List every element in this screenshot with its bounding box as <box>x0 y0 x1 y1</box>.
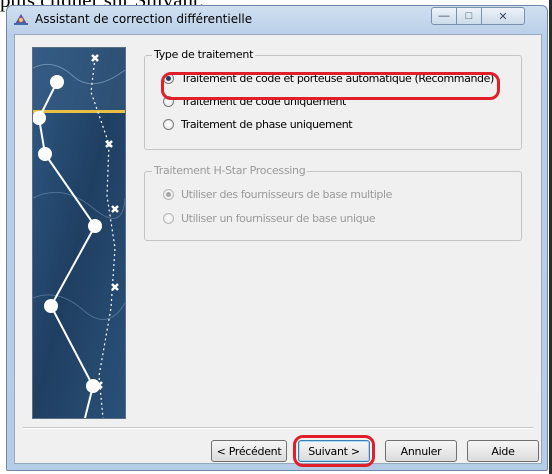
close-button[interactable]: ✕ <box>481 7 525 25</box>
option-label: Utiliser un fournisseur de base unique <box>181 212 376 225</box>
separator-line <box>23 427 533 429</box>
annotation-highlight <box>161 72 500 100</box>
radio-selected-icon <box>163 189 174 200</box>
processing-type-label: Type de traitement <box>152 48 256 61</box>
option-phase-only[interactable]: Traitement de phase uniquement <box>163 118 353 131</box>
hstar-group: Traitement H-Star Processing Utiliser de… <box>144 164 522 241</box>
radio-icon[interactable] <box>163 119 174 130</box>
satellite-icon <box>14 14 28 25</box>
close-icon: ✕ <box>498 10 508 23</box>
option-multiple-base: Utiliser des fournisseurs de base multip… <box>163 188 392 201</box>
minimize-icon: — <box>438 10 450 22</box>
hstar-label: Traitement H-Star Processing <box>152 164 308 177</box>
maximize-button[interactable]: □ <box>456 7 482 25</box>
processing-type-group: Type de traitement Traitement de code et… <box>144 48 522 150</box>
radio-icon <box>163 213 174 224</box>
wizard-client-area: Type de traitement Traitement de code et… <box>14 34 542 467</box>
wizard-window: Assistant de correction différentielle —… <box>6 5 548 471</box>
cancel-button[interactable]: Annuler <box>385 440 457 462</box>
option-label: Traitement de phase uniquement <box>181 118 353 131</box>
maximize-icon: □ <box>465 10 473 22</box>
previous-button[interactable]: < Précédent <box>211 440 287 462</box>
annotation-highlight-next <box>293 435 375 467</box>
option-single-base: Utiliser un fournisseur de base unique <box>163 212 376 225</box>
title-bar[interactable]: Assistant de correction différentielle —… <box>7 6 547 32</box>
window-title: Assistant de correction différentielle <box>35 12 253 26</box>
wizard-content: Type de traitement Traitement de code et… <box>15 35 541 467</box>
help-button[interactable]: Aide <box>467 440 539 462</box>
option-label: Utiliser des fournisseurs de base multip… <box>181 188 392 201</box>
minimize-button[interactable]: — <box>431 7 457 25</box>
